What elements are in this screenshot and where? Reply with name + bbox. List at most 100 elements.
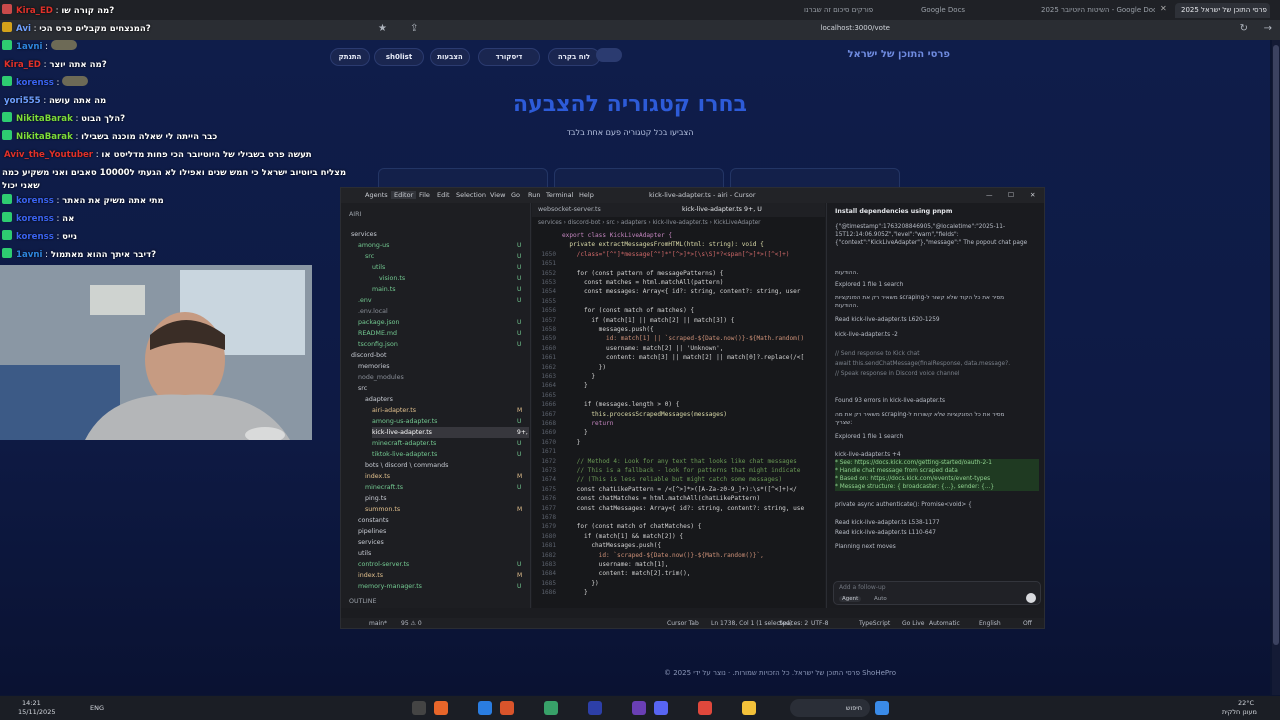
code-line[interactable]: export class KickLiveAdapter {: [532, 231, 825, 240]
language-mode[interactable]: TypeScript: [859, 620, 890, 627]
file-tree-item[interactable]: tiktok-live-adapter.ts U: [372, 449, 529, 460]
file-tree-item[interactable]: constants: [358, 515, 529, 526]
code-editor[interactable]: websocket-server.ts kick-live-adapter.ts…: [532, 203, 825, 608]
file-tree-item[interactable]: utils: [358, 548, 529, 559]
code-line[interactable]: 1668 return: [532, 419, 825, 428]
code-line[interactable]: 1664 }: [532, 381, 825, 390]
send-icon[interactable]: [1026, 593, 1036, 603]
discord-icon[interactable]: [654, 701, 668, 715]
code-line[interactable]: 1650 /class="[^"]*message[^"]*"[^>]*>[\s…: [532, 250, 825, 259]
minimize-icon[interactable]: —: [986, 191, 993, 199]
code-line[interactable]: 1669 }: [532, 428, 825, 437]
windows-start-icon[interactable]: [875, 701, 889, 715]
chat-username[interactable]: Kira_ED: [16, 6, 53, 16]
file-tree-item[interactable]: .env.local: [358, 306, 529, 317]
go-live-button[interactable]: Go Live: [902, 620, 924, 627]
back-arrow-icon[interactable]: →: [1264, 23, 1272, 34]
file-tree-item[interactable]: src: [358, 383, 529, 394]
file-tree-item[interactable]: main.ts U: [372, 284, 529, 295]
code-line[interactable]: 1686 }: [532, 588, 825, 597]
input-language[interactable]: ENG: [90, 704, 104, 712]
model-selector[interactable]: Auto: [874, 596, 887, 602]
reload-icon[interactable]: ↻: [1240, 23, 1248, 34]
firefox-icon[interactable]: [434, 701, 448, 715]
url-text[interactable]: localhost:3000/vote: [821, 24, 890, 32]
file-tree-item[interactable]: index.ts M: [365, 471, 529, 482]
code-line[interactable]: 1651: [532, 259, 825, 268]
followup-input[interactable]: Add a follow-up: [839, 584, 886, 591]
chat-username[interactable]: korenss: [16, 196, 54, 206]
folder-icon[interactable]: [742, 701, 756, 715]
file-tree-item[interactable]: pipelines: [358, 526, 529, 537]
file-tree-item[interactable]: utils U: [372, 262, 529, 273]
chat-username[interactable]: 1avni: [16, 250, 42, 260]
code-line[interactable]: 1659 id: match[1] || `scraped-${Date.now…: [532, 334, 825, 343]
off-status[interactable]: Off: [1023, 620, 1032, 627]
code-line[interactable]: 1657 if (match[1] || match[2] || match[3…: [532, 316, 825, 325]
file-tree-item[interactable]: services: [351, 229, 529, 240]
code-line[interactable]: 1673 // This is a fallback - look for pa…: [532, 466, 825, 475]
automatic-status[interactable]: Automatic: [929, 620, 960, 627]
tab-vote-site[interactable]: פרסי התוכן של ישראל 2025: [1175, 3, 1270, 18]
file-tree-item[interactable]: .env U: [358, 295, 529, 306]
chat-username[interactable]: yori555: [4, 96, 41, 106]
code-line[interactable]: 1682 id: `scraped-${Date.now()}-${Math.r…: [532, 551, 825, 560]
chat-username[interactable]: korenss: [16, 78, 54, 88]
menu-view[interactable]: View: [490, 191, 505, 199]
file-tree-item[interactable]: tsconfig.json U: [358, 339, 529, 350]
code-line[interactable]: 1684 content: match[2].trim(),: [532, 569, 825, 578]
file-tree-item[interactable]: summon.ts M: [365, 504, 529, 515]
code-line[interactable]: 1653 const matches = html.matchAll(patte…: [532, 278, 825, 287]
code-line[interactable]: 1662 }): [532, 363, 825, 372]
file-tree-item[interactable]: among-us-adapter.ts U: [372, 416, 529, 427]
file-tree-item[interactable]: README.md U: [358, 328, 529, 339]
code-line[interactable]: 1683 username: match[1],: [532, 560, 825, 569]
code-line[interactable]: 1671: [532, 447, 825, 456]
code-line[interactable]: 1655: [532, 297, 825, 306]
votes-nav-button[interactable]: הצבעות: [430, 48, 470, 66]
file-tree-item[interactable]: among-us U: [358, 240, 529, 251]
discord-nav-button[interactable]: דיסקורד: [478, 48, 540, 66]
chat-username[interactable]: korenss: [16, 232, 54, 242]
code-line[interactable]: 1656 for (const match of matches) {: [532, 306, 825, 315]
menu-edit[interactable]: Edit: [437, 191, 450, 199]
scroll-thumb[interactable]: [1273, 45, 1279, 645]
file-tree-item[interactable]: services: [358, 537, 529, 548]
file-tree-item[interactable]: ping.ts: [365, 493, 529, 504]
code-line[interactable]: private extractMessagesFromHTML(html: st…: [532, 240, 825, 249]
code-line[interactable]: 1675 const chatLikePattern = /<[^>]*>([A…: [532, 485, 825, 494]
encoding-status[interactable]: UTF-8: [811, 620, 829, 627]
chat-username[interactable]: NikitaBarak: [16, 132, 73, 142]
app-icon[interactable]: [544, 701, 558, 715]
tab-summary[interactable]: פורקים סיכום זה שברנו: [798, 3, 913, 18]
logout-button[interactable]: התנתק: [330, 48, 370, 66]
code-line[interactable]: 1658 messages.push({: [532, 325, 825, 334]
tab-google-docs[interactable]: Google Docs: [915, 3, 1030, 18]
tab-kick-live-adapter[interactable]: kick-live-adapter.ts 9+, U: [682, 206, 762, 213]
code-line[interactable]: 1680 if (match[1] && match[2]) {: [532, 532, 825, 541]
code-line[interactable]: 1679 for (const match of chatMatches) {: [532, 522, 825, 531]
code-line[interactable]: 1672 // Method 4: Look for any text that…: [532, 457, 825, 466]
tab-docs-youtubers[interactable]: השיטות היוטיובר 2025 - Google Docs: [1035, 3, 1155, 18]
menu-editor[interactable]: Editor: [391, 191, 417, 199]
keyboard-language[interactable]: English: [979, 620, 1001, 627]
maximize-icon[interactable]: ☐: [1008, 191, 1014, 199]
close-window-icon[interactable]: ✕: [1030, 191, 1035, 199]
code-line[interactable]: 1661 content: match[3] || match[2] || ma…: [532, 353, 825, 362]
file-tree-item[interactable]: discord-bot: [351, 350, 529, 361]
indent-status[interactable]: Spaces: 2: [779, 620, 808, 627]
file-tree-item[interactable]: index.ts M: [358, 570, 529, 581]
search-box[interactable]: חיפוש: [790, 699, 870, 717]
code-line[interactable]: 1665: [532, 391, 825, 400]
brave-icon[interactable]: [698, 701, 712, 715]
vscode-icon[interactable]: [478, 701, 492, 715]
photoshop-icon[interactable]: [588, 701, 602, 715]
code-line[interactable]: 1677 const chatMessages: Array<{ id?: st…: [532, 504, 825, 513]
cursor-tab-status[interactable]: Cursor Tab: [667, 620, 699, 627]
dashboard-nav-button[interactable]: לוח בקרה: [548, 48, 600, 66]
tab-websocket-server[interactable]: websocket-server.ts: [538, 206, 601, 213]
app-icon[interactable]: [500, 701, 514, 715]
file-tree-item[interactable]: node_modules: [358, 372, 529, 383]
code-line[interactable]: 1674 // (This is less reliable but might…: [532, 475, 825, 484]
chat-username[interactable]: NikitaBarak: [16, 114, 73, 124]
